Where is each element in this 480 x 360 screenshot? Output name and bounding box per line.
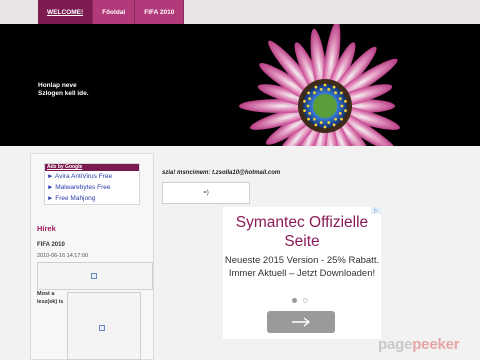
pollen-dot <box>319 121 323 124</box>
site-slogan: Szlogen kell ide. <box>38 90 89 97</box>
left-sidebar: Ads by Google ► Avira AntiVirus Free ► M… <box>30 153 154 360</box>
ad-link-mahjong[interactable]: ► Free Mahjong <box>45 193 139 204</box>
pollen-dot <box>308 111 312 115</box>
pollen-dot <box>344 99 347 103</box>
broken-image-icon <box>91 273 97 279</box>
pollen-dot <box>338 97 342 101</box>
pollen-dot <box>306 104 310 108</box>
pollen-dot <box>308 97 312 101</box>
pollen-dot <box>340 91 343 95</box>
news-title[interactable]: FIFA 2010 <box>37 242 65 248</box>
news-image-placeholder <box>37 262 153 290</box>
pollen-dot <box>314 123 318 127</box>
pollen-dot <box>307 117 310 121</box>
pollen-dot <box>340 104 344 108</box>
watermark-part-page: page <box>378 336 413 353</box>
pollen-dot <box>314 85 318 89</box>
carousel-dot[interactable] <box>303 298 308 303</box>
pollen-dot <box>340 117 343 121</box>
ad-body: Neueste 2015 Version - 25% Rabatt. Immer… <box>224 255 380 279</box>
pollen-dot <box>313 91 316 95</box>
carousel-dot-active[interactable] <box>292 298 297 303</box>
google-ads-box: Ads by Google ► Avira AntiVirus Free ► M… <box>44 163 140 205</box>
ads-heading[interactable]: Ads by Google <box>45 164 139 171</box>
pollen-dot <box>338 111 342 115</box>
pollen-dot <box>323 83 327 87</box>
arrow-right-icon <box>292 317 311 327</box>
nav-item-fifa[interactable]: FIFA 2010 <box>135 0 185 24</box>
pollen-dot <box>303 109 306 113</box>
flower-banner-image <box>239 24 400 146</box>
reply-text: =) <box>203 190 209 196</box>
pollen-dot <box>332 123 336 127</box>
header-banner: Honlap neve Szlogen kell ide. <box>0 24 480 146</box>
reply-box: =) <box>162 182 250 204</box>
pagepeeker-watermark: pagepeeker <box>378 336 460 353</box>
pollen-dot <box>327 121 331 124</box>
pollen-dot <box>303 99 306 103</box>
nav-item-home[interactable]: Főoldal <box>93 0 136 24</box>
ad-title[interactable]: Symantec Offizielle Seite <box>223 213 381 251</box>
broken-image-icon <box>99 325 105 331</box>
status-message: szia! msncimem: t.zsolla10@hotmail.com <box>162 170 281 176</box>
news-heading: Hírek <box>37 224 56 233</box>
pollen-dot <box>344 109 347 113</box>
pollen-dot <box>334 91 337 95</box>
now-image-placeholder <box>67 292 141 360</box>
pollen-dot <box>319 88 323 91</box>
pollen-dot <box>334 117 337 121</box>
watermark-part-peeker: peeker <box>412 336 460 353</box>
pollen-dot <box>307 91 310 95</box>
pollen-dot <box>332 85 336 89</box>
pollen-dot <box>327 88 331 91</box>
site-name: Honlap neve <box>38 82 77 89</box>
ad-carousel-dots <box>292 298 308 303</box>
now-playing-label: Most a lesz(ek) is <box>37 291 64 305</box>
news-date: 2010-06-16 14:17:00 <box>37 253 89 259</box>
ad-widget[interactable]: ▷ Symantec Offizielle Seite Neueste 2015… <box>223 207 381 339</box>
top-nav-bar: WELCOME! Főoldal FIFA 2010 <box>0 0 480 24</box>
ad-link-malwarebytes[interactable]: ► Malwarebytes Free <box>45 182 139 193</box>
nav-menu: WELCOME! Főoldal FIFA 2010 <box>38 0 185 24</box>
nav-item-welcome[interactable]: WELCOME! <box>38 0 94 24</box>
pollen-dot <box>313 117 316 121</box>
ad-link-avira[interactable]: ► Avira AntiVirus Free <box>45 171 139 182</box>
ad-next-button[interactable] <box>267 311 335 333</box>
pollen-dot <box>323 125 327 129</box>
